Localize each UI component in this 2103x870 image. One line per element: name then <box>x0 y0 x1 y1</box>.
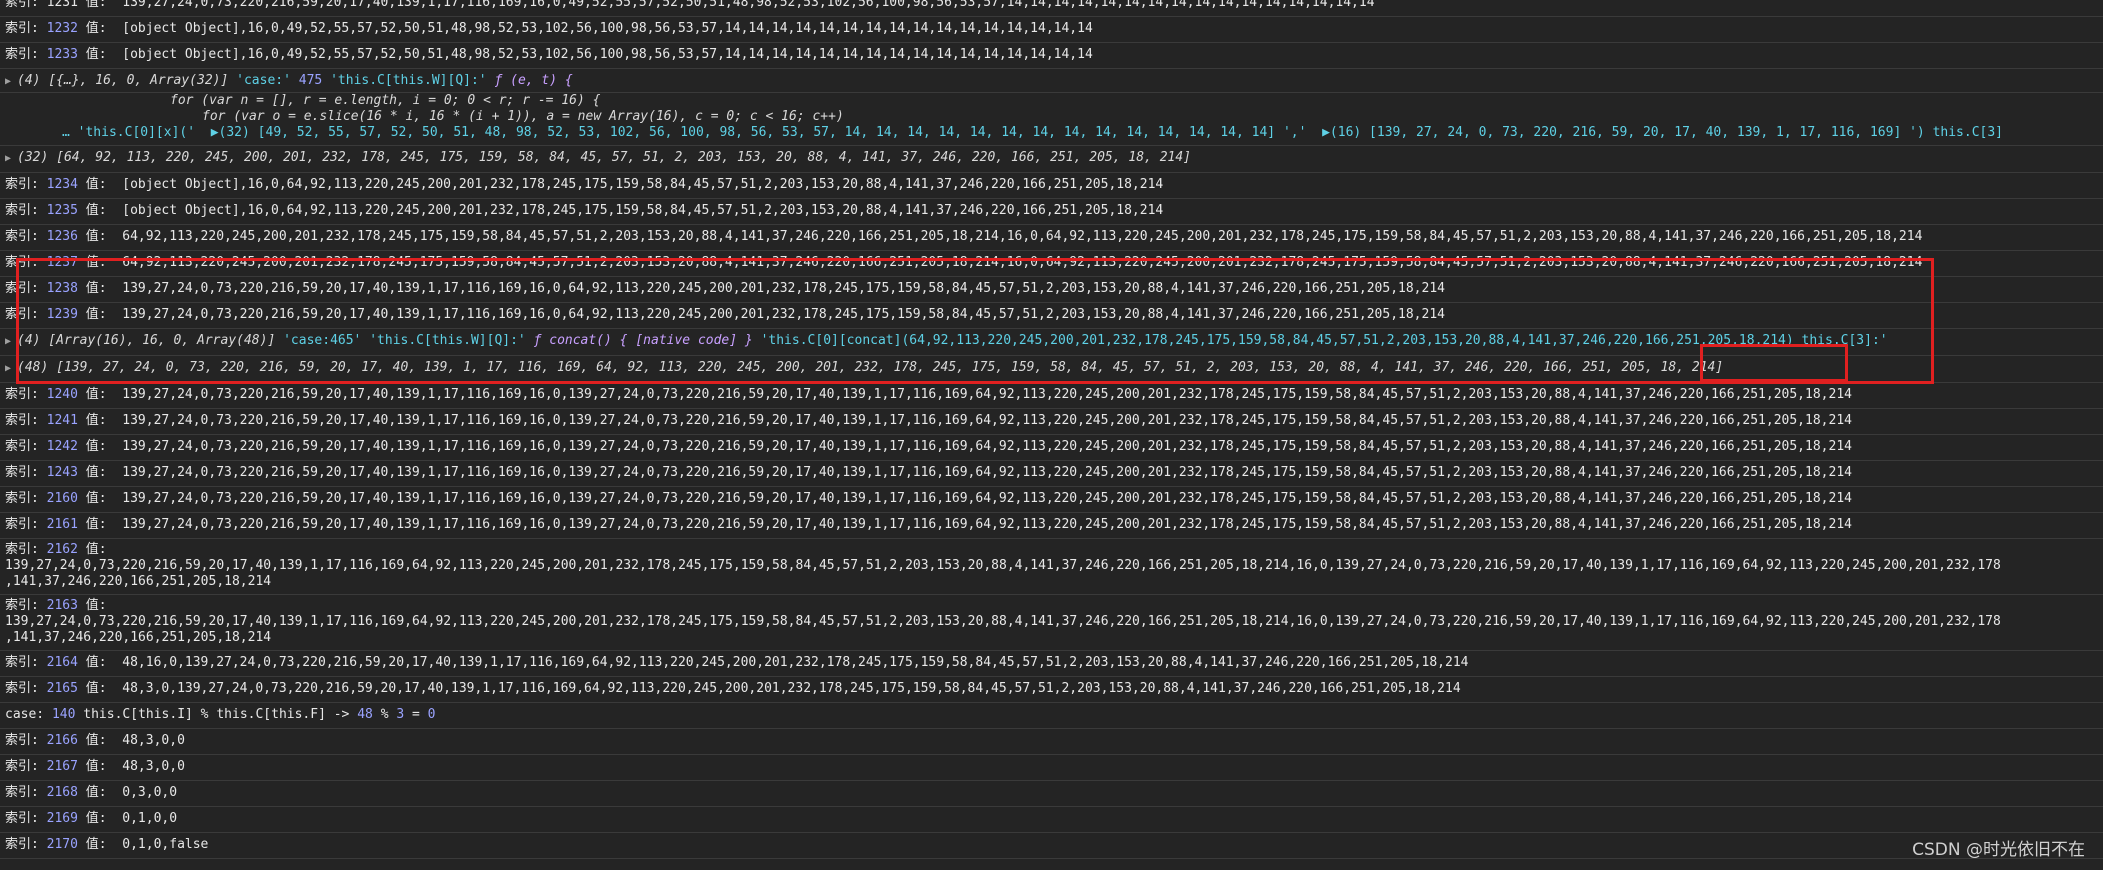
log-line: 索引: 1243 值: 139,27,24,0,73,220,216,59,20… <box>0 461 2103 487</box>
code-preview-line: for (var o = e.slice(16 * i, 16 * (i + 1… <box>202 109 844 124</box>
log-line: 索引: 1234 值: [object Object],16,0,64,92,1… <box>0 173 2103 199</box>
log-group-tail: … 'this.C[0][x](' ▶(32) [49, 52, 55, 57,… <box>0 125 2103 146</box>
log-line: 索引: 2165 值: 48,3,0,139,27,24,0,73,220,21… <box>0 677 2103 703</box>
log-line-partial: 索引: 1231 值: 139,27,24,0,73,220,216,59,20… <box>0 0 2103 17</box>
log-line: 索引: 1240 值: 139,27,24,0,73,220,216,59,20… <box>0 383 2103 409</box>
log-line: 索引: 1237 值: 64,92,113,220,245,200,201,23… <box>0 251 2103 277</box>
code-preview-line: for (var n = [], r = e.length, i = 0; 0 … <box>170 93 601 108</box>
expand-arrow-icon[interactable]: ▶ <box>5 361 17 377</box>
array-48-tail: 205, 18, 214] <box>1621 360 1724 375</box>
log-line: 索引: 1236 值: 64,92,113,220,245,200,201,23… <box>0 225 2103 251</box>
log-line: 索引: 1238 值: 139,27,24,0,73,220,216,59,20… <box>0 277 2103 303</box>
array-48-preview[interactable]: ▶ (48) [139, 27, 24, 0, 73, 220, 216, 59,… <box>0 356 2103 383</box>
log-line: 索引: 2167 值: 48,3,0,0 <box>0 755 2103 781</box>
expand-arrow-icon[interactable]: ▶ <box>5 151 17 167</box>
expand-arrow-icon[interactable]: ▶ <box>5 334 17 350</box>
log-line: 索引: 2168 值: 0,3,0,0 <box>0 781 2103 807</box>
expand-arrow-icon[interactable]: ▶ <box>5 74 17 90</box>
log-group-case-465[interactable]: ▶ (4) [Array(16), 16, 0, Array(48)] 'case… <box>0 329 2103 356</box>
log-line: 索引: 2166 值: 48,3,0,0 <box>0 729 2103 755</box>
log-line-case-140: case: 140 this.C[this.I] % this.C[this.F… <box>0 703 2103 729</box>
log-line: 索引: 2164 值: 48,16,0,139,27,24,0,73,220,2… <box>0 651 2103 677</box>
log-line: 索引: 1241 值: 139,27,24,0,73,220,216,59,20… <box>0 409 2103 435</box>
log-line: 索引: 1235 值: [object Object],16,0,64,92,1… <box>0 199 2103 225</box>
log-line: 索引: 1232 值: [object Object],16,0,49,52,5… <box>0 17 2103 43</box>
log-line-wrapped: 索引: 2162 值: 139,27,24,0,73,220,216,59,20… <box>0 539 2103 595</box>
log-line-wrapped: 索引: 2163 值: 139,27,24,0,73,220,216,59,20… <box>0 595 2103 651</box>
array-32-preview[interactable]: ▶ (32) [64, 92, 113, 220, 245, 200, 201, … <box>0 146 2103 173</box>
devtools-console: 索引: 1231 值: 139,27,24,0,73,220,216,59,20… <box>0 0 2103 870</box>
log-line: 索引: 2170 值: 0,1,0,false <box>0 833 2103 859</box>
log-line: 索引: 2169 值: 0,1,0,0 <box>0 807 2103 833</box>
log-group-case-475[interactable]: ▶ (4) [{…}, 16, 0, Array(32)] 'case:' 475… <box>0 69 2103 93</box>
log-line: 索引: 1239 值: 139,27,24,0,73,220,216,59,20… <box>0 303 2103 329</box>
log-line: 索引: 1233 值: [object Object],16,0,49,52,5… <box>0 43 2103 69</box>
log-line: 索引: 1242 值: 139,27,24,0,73,220,216,59,20… <box>0 435 2103 461</box>
watermark: CSDN @时光依旧不在 <box>1912 840 2085 860</box>
log-line: 索引: 2161 值: 139,27,24,0,73,220,216,59,20… <box>0 513 2103 539</box>
log-line: 索引: 2160 值: 139,27,24,0,73,220,216,59,20… <box>0 487 2103 513</box>
